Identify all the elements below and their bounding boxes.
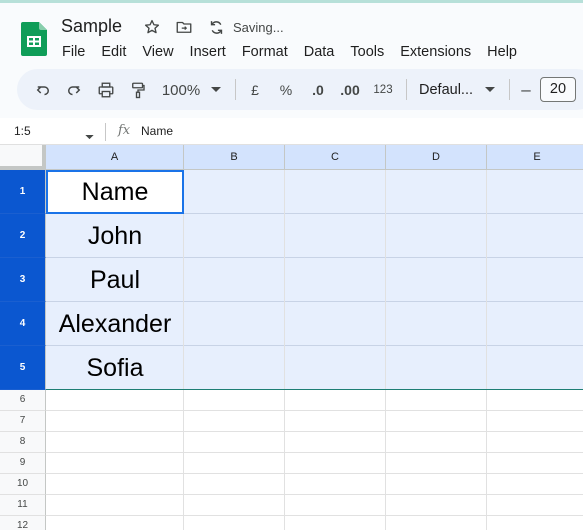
column-header-c[interactable]: C: [285, 145, 386, 170]
decrease-font-size-button[interactable]: –: [517, 77, 535, 103]
column-divider: [284, 170, 285, 530]
sync-saving-icon: [206, 17, 226, 37]
toolbar-divider: [509, 79, 510, 100]
row-divider: [46, 515, 583, 516]
decrease-decimal-label: .0: [312, 82, 324, 98]
increase-decimal-button[interactable]: .00: [338, 77, 362, 103]
spreadsheet-grid[interactable]: A B C D E 1 2 3 4 5 6 7 8 9 10 11 12 Nam…: [0, 145, 583, 530]
print-icon[interactable]: [94, 77, 118, 103]
cell-a3[interactable]: Paul: [46, 258, 184, 302]
decrease-decimal-button[interactable]: .0: [305, 77, 331, 103]
row-header-3[interactable]: 3: [0, 258, 46, 302]
menu-format[interactable]: Format: [234, 41, 296, 63]
row-header-12[interactable]: 12: [0, 516, 46, 530]
document-title[interactable]: Sample: [61, 16, 122, 37]
increase-decimal-label: .00: [340, 82, 360, 98]
sheets-logo-icon[interactable]: [21, 22, 47, 56]
formula-input[interactable]: Name: [141, 124, 173, 138]
menu-view[interactable]: View: [134, 41, 181, 63]
menu-data[interactable]: Data: [296, 41, 343, 63]
font-dropdown-icon[interactable]: [483, 77, 497, 103]
toolbar: 100% £ % .0 .00 123 Defaul... – 20: [17, 69, 583, 110]
move-to-folder-icon[interactable]: [174, 17, 194, 37]
row-header-11[interactable]: 11: [0, 495, 46, 516]
toolbar-divider: [235, 79, 236, 100]
menu-file[interactable]: File: [53, 41, 93, 63]
redo-icon[interactable]: [62, 77, 86, 103]
star-icon[interactable]: [142, 17, 162, 37]
cell-a4[interactable]: Alexander: [46, 302, 184, 346]
title-bar: Sample Saving... File Edit View Insert F…: [0, 3, 583, 65]
undo-icon[interactable]: [31, 77, 55, 103]
menu-insert[interactable]: Insert: [182, 41, 234, 63]
column-header-d[interactable]: D: [386, 145, 487, 170]
column-header-b[interactable]: B: [184, 145, 285, 170]
row-header-8[interactable]: 8: [0, 432, 46, 453]
select-all-corner[interactable]: [0, 145, 46, 170]
menu-extensions[interactable]: Extensions: [392, 41, 479, 63]
row-header-10[interactable]: 10: [0, 474, 46, 495]
row-divider: [46, 494, 583, 495]
formula-bar: 1:5 fx Name: [0, 118, 583, 145]
row-header-5[interactable]: 5: [0, 346, 46, 390]
row-header-4[interactable]: 4: [0, 302, 46, 346]
zoom-value[interactable]: 100%: [161, 77, 201, 103]
row-divider: [46, 473, 583, 474]
paint-format-icon[interactable]: [126, 77, 150, 103]
row-divider: [46, 410, 583, 411]
menu-help[interactable]: Help: [479, 41, 525, 63]
column-divider: [486, 170, 487, 530]
row-header-6[interactable]: 6: [0, 390, 46, 411]
row-header-2[interactable]: 2: [0, 214, 46, 258]
cell-a2[interactable]: John: [46, 214, 184, 258]
font-family-select[interactable]: Defaul...: [417, 77, 475, 103]
menu-edit[interactable]: Edit: [93, 41, 134, 63]
name-box[interactable]: 1:5: [14, 124, 31, 138]
save-status: Saving...: [233, 20, 284, 35]
cell-a1[interactable]: Name: [46, 170, 184, 214]
row-divider: [46, 431, 583, 432]
menu-tools[interactable]: Tools: [342, 41, 392, 63]
column-header-e[interactable]: E: [487, 145, 583, 170]
row-divider: [46, 452, 583, 453]
formula-divider: [105, 123, 106, 141]
percent-format-button[interactable]: %: [276, 77, 296, 103]
fx-icon: fx: [118, 123, 131, 138]
font-size-input[interactable]: 20: [540, 77, 576, 102]
name-box-dropdown-icon[interactable]: [85, 127, 94, 145]
row-header-1[interactable]: 1: [0, 170, 46, 214]
number-format-button[interactable]: 123: [371, 77, 395, 103]
menu-bar: File Edit View Insert Format Data Tools …: [53, 41, 525, 63]
row-header-7[interactable]: 7: [0, 411, 46, 432]
cell-a5[interactable]: Sofia: [46, 346, 184, 390]
toolbar-divider: [406, 79, 407, 100]
column-divider: [385, 170, 386, 530]
column-header-a[interactable]: A: [46, 145, 184, 170]
currency-format-button[interactable]: £: [245, 77, 265, 103]
row-header-9[interactable]: 9: [0, 453, 46, 474]
zoom-dropdown-icon[interactable]: [209, 77, 223, 103]
